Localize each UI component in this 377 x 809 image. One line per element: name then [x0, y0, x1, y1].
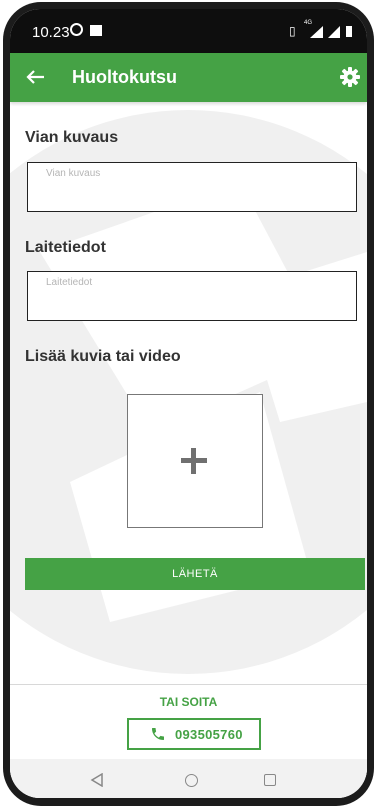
page-title: Huoltokutsu [72, 67, 177, 87]
device-info-field[interactable]: Laitetiedot [27, 271, 357, 321]
signal-icon-2 [328, 26, 340, 38]
divider [10, 684, 367, 685]
add-media-button[interactable] [127, 394, 263, 528]
phone-frame: 10.23 ▯ 4G Huoltokutsu Vian kuvaus Vian … [3, 2, 374, 806]
settings-button[interactable] [338, 65, 362, 89]
gear-icon [340, 67, 360, 87]
media-label: Lisää kuvia tai video [25, 348, 181, 365]
fault-description-field[interactable]: Vian kuvaus [27, 162, 357, 212]
status-time: 10.23 [32, 24, 70, 41]
device-info-placeholder: Laitetiedot [46, 277, 93, 288]
battery-icon [346, 26, 352, 37]
or-call-label: TAI SOITA [159, 695, 218, 709]
send-button[interactable]: LÄHETÄ [25, 558, 365, 590]
fault-description-placeholder: Vian kuvaus [46, 168, 101, 179]
home-circle-icon[interactable] [185, 774, 198, 787]
screen: 10.23 ▯ 4G Huoltokutsu Vian kuvaus Vian … [10, 9, 367, 798]
vibrate-icon: ▯ [289, 24, 296, 38]
image-icon [90, 25, 102, 36]
whatsapp-icon [70, 23, 83, 36]
phone-icon [152, 728, 164, 740]
call-button[interactable]: 093505760 [127, 718, 261, 750]
recent-square-icon[interactable] [264, 774, 276, 786]
back-button[interactable] [22, 63, 50, 91]
back-triangle-icon[interactable] [90, 773, 104, 787]
plus-icon-vertical [191, 448, 196, 474]
status-bar: 10.23 ▯ 4G [10, 9, 367, 53]
fault-description-label: Vian kuvaus [25, 129, 119, 146]
signal-icon [310, 26, 323, 38]
arrow-left-icon [26, 70, 44, 84]
phone-number: 093505760 [175, 727, 243, 742]
device-info-label: Laitetiedot [25, 239, 106, 256]
system-nav-bar [10, 759, 367, 798]
app-bar: Huoltokutsu [10, 53, 367, 102]
